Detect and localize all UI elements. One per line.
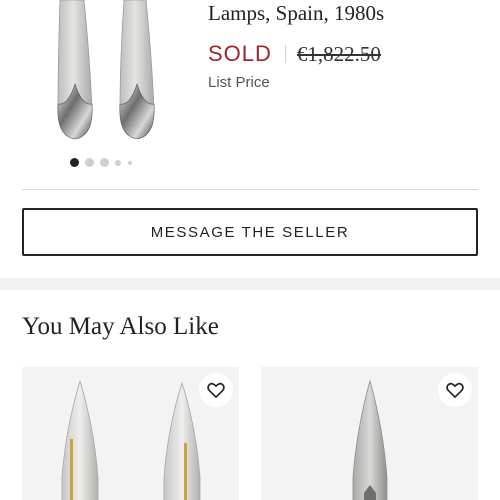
image-carousel-dots xyxy=(70,158,140,168)
product-title: Lamps, Spain, 1980s xyxy=(208,1,385,25)
carousel-dot[interactable] xyxy=(128,160,132,165)
single-sconce-shape xyxy=(352,379,388,500)
favorite-button[interactable] xyxy=(199,373,233,407)
sold-status-label: SOLD xyxy=(208,41,272,66)
divider xyxy=(22,189,478,190)
right-sconce-shape xyxy=(163,381,201,500)
carousel-dot[interactable] xyxy=(85,158,94,167)
heart-outline-icon xyxy=(446,382,464,398)
list-price-label: List Price xyxy=(208,74,270,91)
recommendation-card[interactable] xyxy=(22,367,239,500)
recommendation-card[interactable] xyxy=(261,367,478,500)
heart-outline-icon xyxy=(207,382,225,398)
product-summary: Lamps, Spain, 1980s SOLD €1,822.50 List … xyxy=(0,0,500,190)
strikethrough-price: €1,822.50 xyxy=(296,41,381,66)
section-separator xyxy=(0,278,500,290)
message-seller-button[interactable]: MESSAGE THE SELLER xyxy=(22,208,478,256)
carousel-dot[interactable] xyxy=(115,159,121,166)
carousel-dot[interactable] xyxy=(100,158,109,167)
carousel-dot-active[interactable] xyxy=(70,158,79,167)
product-image[interactable] xyxy=(52,0,158,146)
left-brass-accent xyxy=(70,439,73,500)
product-page: Lamps, Spain, 1980s SOLD €1,822.50 List … xyxy=(0,0,500,500)
right-brass-accent xyxy=(184,443,187,500)
favorite-button[interactable] xyxy=(438,373,472,407)
price-row: SOLD €1,822.50 xyxy=(208,40,381,68)
price-divider xyxy=(284,45,286,63)
you-may-also-like-heading: You May Also Like xyxy=(22,313,219,340)
left-sconce-shape xyxy=(61,379,99,500)
